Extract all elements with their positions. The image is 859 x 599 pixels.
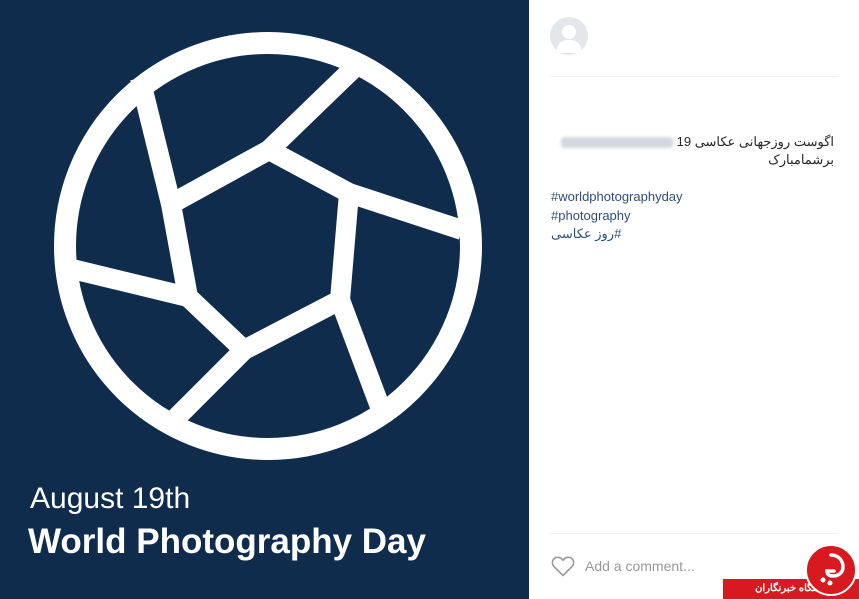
image-title-text: World Photography Day bbox=[28, 522, 426, 561]
hashtag-list: #worldphotographyday #photography #روز ع… bbox=[551, 188, 683, 244]
post-details-panel: اگوست روزجهانی عکاسی 19 برشمامبارک #worl… bbox=[529, 0, 859, 599]
hashtag-link[interactable]: #worldphotographyday bbox=[551, 188, 683, 207]
watermark-emblem-icon bbox=[805, 544, 857, 596]
caption-text-line2: برشمامبارک bbox=[768, 152, 834, 167]
post-image: August 19th World Photography Day bbox=[0, 0, 529, 599]
header-divider bbox=[550, 76, 838, 77]
blurred-username bbox=[560, 137, 673, 149]
comment-input[interactable] bbox=[585, 556, 745, 576]
image-date-text: August 19th bbox=[30, 482, 191, 515]
default-user-avatar-icon bbox=[556, 25, 582, 53]
avatar[interactable] bbox=[550, 17, 588, 55]
post-caption: اگوست روزجهانی عکاسی 19 برشمامبارک bbox=[550, 133, 834, 169]
hashtag-link[interactable]: #روز عکاسی bbox=[551, 225, 683, 244]
heart-outline-icon[interactable] bbox=[551, 555, 575, 577]
actions-divider bbox=[550, 533, 838, 534]
caption-text: اگوست روزجهانی عکاسی 19 bbox=[676, 134, 834, 149]
watermark-logo: باشگاه خبرنگاران bbox=[723, 544, 859, 599]
hashtag-link[interactable]: #photography bbox=[551, 207, 683, 226]
